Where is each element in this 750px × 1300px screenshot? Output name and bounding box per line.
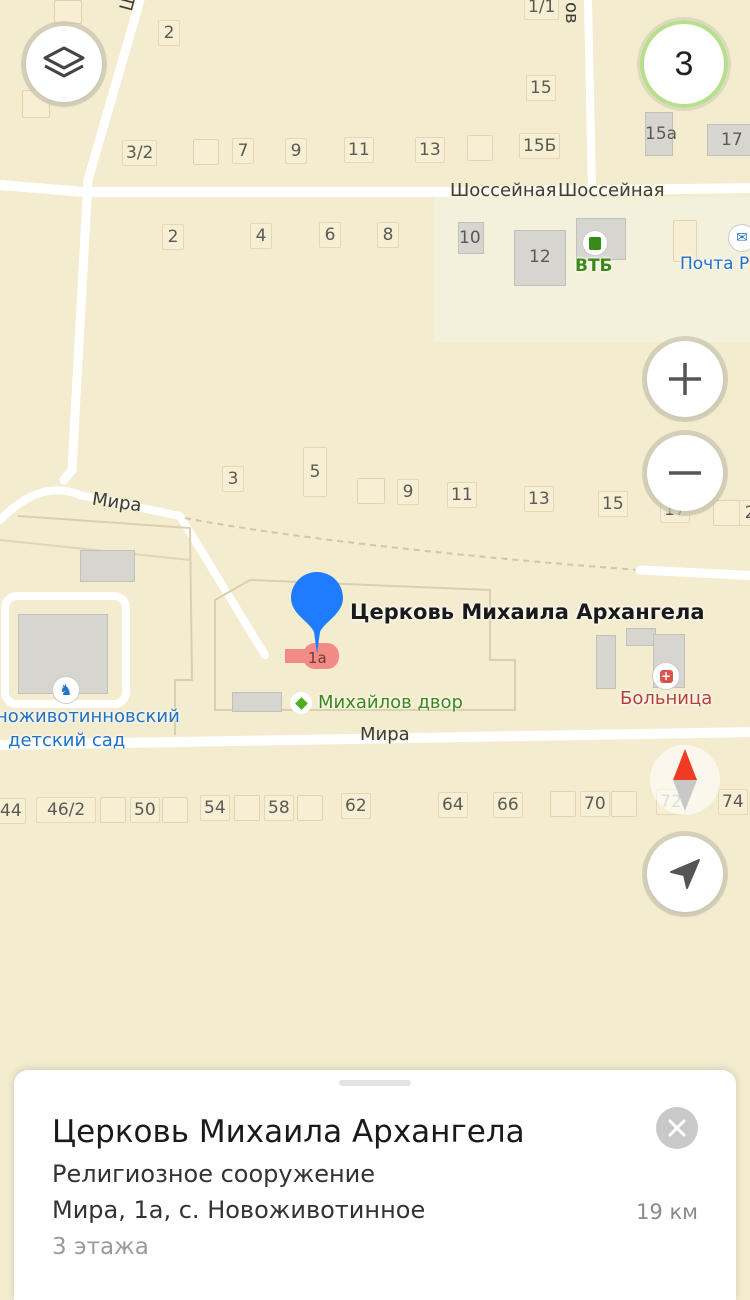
house-number: 9	[397, 479, 419, 505]
street-label: ов	[561, 2, 582, 24]
building	[232, 692, 282, 712]
mail-icon: ✉	[728, 224, 750, 252]
house-number: 12	[529, 247, 551, 267]
building	[611, 791, 637, 817]
building	[550, 791, 576, 817]
building	[596, 635, 616, 689]
traffic-level-button[interactable]: 3	[640, 20, 728, 108]
house-number: 2	[739, 500, 750, 526]
house-number: 5	[303, 447, 327, 497]
vtb-poi[interactable]: ВТБ	[575, 230, 613, 276]
zoom-out-button[interactable]	[647, 435, 723, 511]
street-label: Шоссейная	[450, 180, 557, 201]
building	[713, 500, 741, 526]
layers-button[interactable]	[26, 26, 102, 102]
house-number: 66	[493, 792, 523, 818]
house-number: 3/2	[122, 140, 158, 166]
kindergarten-poi[interactable]: ♞ ноживотинновский детский сад	[0, 676, 190, 751]
building	[234, 795, 260, 821]
house-number: 4	[250, 223, 272, 249]
drag-handle[interactable]	[339, 1080, 411, 1086]
post-poi[interactable]: ✉ Почта Р	[680, 224, 750, 274]
compass-button[interactable]	[650, 745, 720, 815]
layers-icon	[43, 46, 85, 78]
horse-toy-icon: ♞	[52, 676, 80, 704]
close-button[interactable]	[656, 1107, 698, 1149]
post-label: Почта Р	[680, 254, 750, 274]
street-label: Мира	[360, 724, 410, 745]
house-number: 3	[222, 466, 244, 492]
hospital-label: Больница	[620, 688, 713, 709]
building	[54, 0, 82, 24]
place-title: Церковь Михаила Архангела	[52, 1114, 525, 1150]
house-number: 15а	[645, 124, 678, 144]
house-number: 11	[344, 137, 374, 163]
building	[297, 795, 323, 821]
building	[80, 550, 135, 582]
house-number: 2	[162, 224, 184, 250]
house-number: 58	[264, 795, 294, 821]
plus-icon	[669, 363, 701, 395]
house-number: 46/2	[36, 797, 97, 823]
house-number: 54	[200, 795, 230, 821]
close-icon	[668, 1119, 686, 1137]
traffic-level-value: 3	[674, 44, 694, 83]
house-number: 64	[438, 792, 468, 818]
house-number: 8	[377, 222, 399, 248]
place-distance: 19 км	[636, 1200, 698, 1224]
house-number: 13	[524, 486, 554, 512]
navigation-arrow-icon	[670, 859, 700, 889]
bank-icon	[582, 230, 608, 256]
compass-icon	[673, 749, 697, 811]
my-location-button[interactable]	[647, 836, 723, 912]
kindergarten-label-2: детский сад	[8, 730, 126, 751]
building	[100, 797, 126, 823]
house-number: 17	[721, 130, 743, 150]
house-number: 13	[415, 137, 445, 163]
house-number: 70	[580, 791, 610, 817]
place-card[interactable]: Церковь Михаила Архангела Религиозное со…	[14, 1070, 736, 1300]
building	[357, 478, 385, 504]
house-number: 15Б	[519, 133, 561, 159]
hospital-icon: +	[652, 662, 680, 690]
house-number: 10	[459, 228, 481, 248]
vtb-label: ВТБ	[575, 256, 613, 276]
house-number: 15	[598, 491, 628, 517]
place-address: Мира, 1а, с. Новоживотинное	[52, 1196, 426, 1224]
house-number: 1/1	[524, 0, 560, 20]
selected-place-pin[interactable]	[290, 572, 344, 656]
house-number: 44	[0, 798, 26, 824]
building	[193, 139, 219, 165]
house-number: 15	[526, 75, 556, 101]
house-number: 9	[285, 138, 307, 164]
zoom-in-button[interactable]	[647, 341, 723, 417]
house-number: 50	[130, 797, 160, 823]
kindergarten-label-1: ноживотинновский	[0, 706, 180, 727]
diamond-icon	[290, 692, 312, 714]
building	[467, 135, 493, 161]
house-number: 11	[447, 482, 477, 508]
house-number: 7	[232, 138, 254, 164]
place-category: Религиозное сооружение	[52, 1160, 376, 1188]
house-number: 74	[718, 789, 748, 815]
house-number: 62	[341, 793, 371, 819]
place-floors: 3 этажа	[52, 1234, 149, 1260]
building	[626, 628, 656, 646]
house-number: 6	[319, 222, 341, 248]
building	[162, 797, 188, 823]
minus-icon	[669, 471, 701, 475]
selected-place-label: Церковь Михаила Архангела	[350, 600, 705, 624]
house-number: 2	[158, 20, 180, 46]
mikhailov-dvor-label: Михайлов двор	[318, 692, 463, 713]
street-label: Шоссейная	[558, 180, 665, 201]
